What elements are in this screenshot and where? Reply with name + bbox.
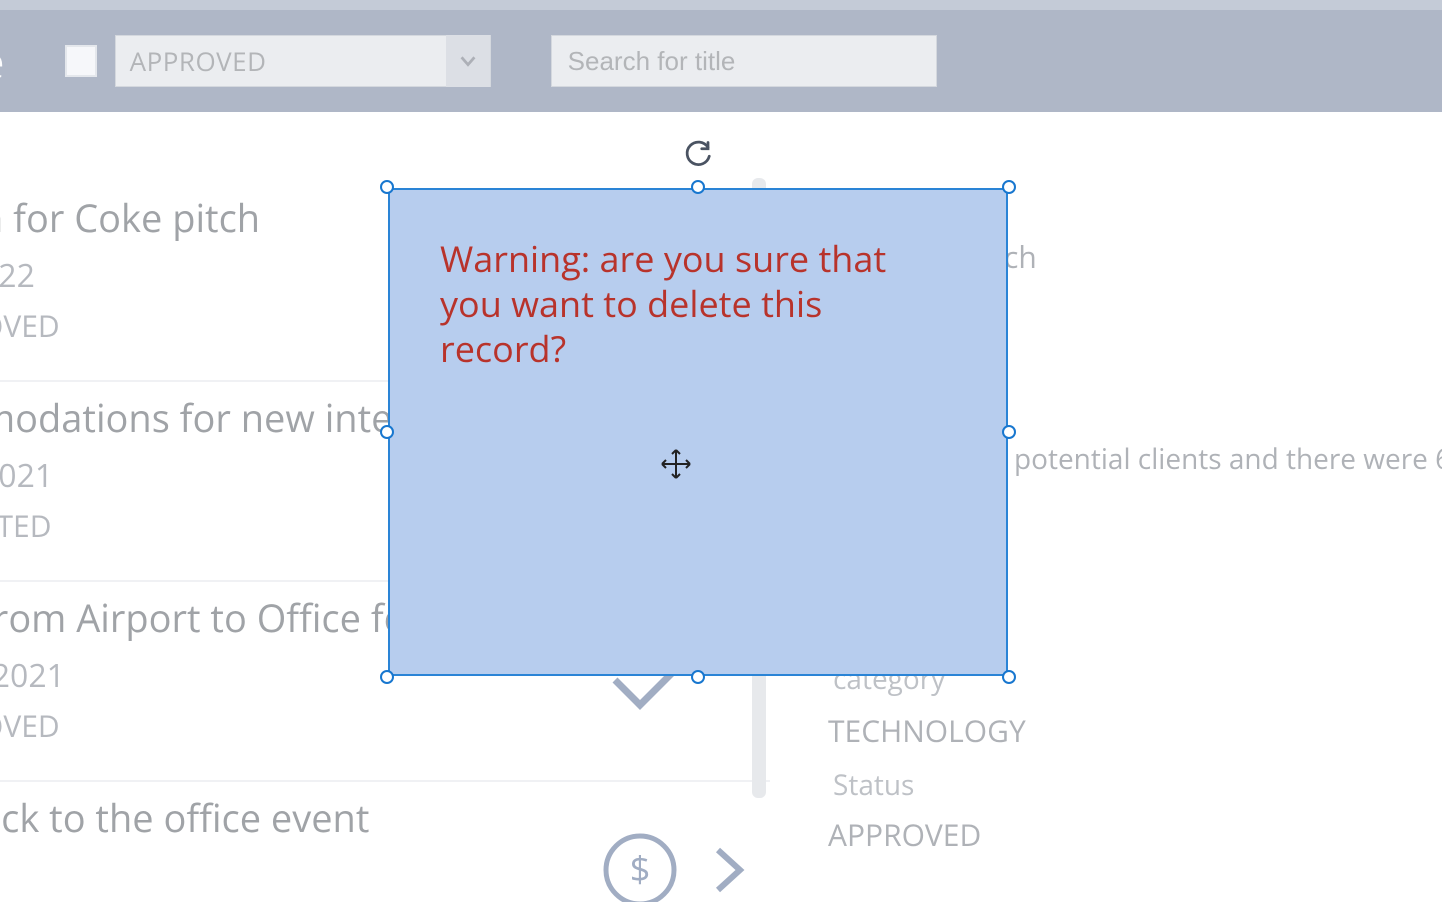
rotate-handle-icon[interactable] <box>683 140 713 170</box>
resize-handle-bottom-right[interactable] <box>1002 670 1016 684</box>
detail-text-fragment: potential clients and there were 6 of u <box>1014 440 1442 478</box>
dollar-circle-icon: $ <box>600 830 680 902</box>
resize-handle-top-right[interactable] <box>1002 180 1016 194</box>
filter-checkbox[interactable] <box>65 45 97 77</box>
resize-handle-middle-left[interactable] <box>380 425 394 439</box>
chevron-down-icon[interactable] <box>446 35 490 87</box>
status-label: Status <box>833 766 914 804</box>
category-value: TECHNOLOGY <box>828 710 1026 751</box>
resize-handle-middle-right[interactable] <box>1002 425 1016 439</box>
page-title-fragment: se <box>0 31 5 91</box>
status-dropdown-value: APPROVED <box>116 43 446 79</box>
status-dropdown[interactable]: APPROVED <box>115 35 491 87</box>
resize-handle-bottom-left[interactable] <box>380 670 394 684</box>
chevron-right-icon <box>710 845 750 900</box>
search-input[interactable] <box>551 35 937 87</box>
resize-handle-top-middle[interactable] <box>691 180 705 194</box>
resize-handle-top-left[interactable] <box>380 180 394 194</box>
topbar: se APPROVED <box>0 0 1442 112</box>
selected-element-bounds[interactable]: Warning: are you sure that you want to d… <box>380 180 1016 684</box>
svg-text:$: $ <box>630 844 651 893</box>
warning-dialog[interactable]: Warning: are you sure that you want to d… <box>388 188 1008 676</box>
status-value: APPROVED <box>828 814 981 855</box>
warning-message: Warning: are you sure that you want to d… <box>440 236 956 371</box>
resize-handle-bottom-middle[interactable] <box>691 670 705 684</box>
move-cursor-icon <box>660 448 692 480</box>
